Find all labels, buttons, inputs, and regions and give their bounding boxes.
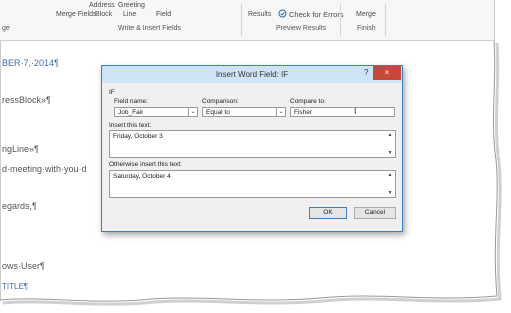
compare-to-label: Compare to: <box>290 98 326 105</box>
otherwise-text-label: Otherwise insert this text: <box>109 161 182 168</box>
insert-text-area[interactable]: Friday, October 3 <box>109 130 396 158</box>
compare-to-input[interactable]: Fisher <box>290 107 395 117</box>
insert-word-field-if-dialog: Insert Word Field: IF ? × IF Field name:… <box>101 65 403 232</box>
doc-address-block: ressBlock»¶ <box>2 95 51 105</box>
help-icon[interactable]: ? <box>364 68 368 77</box>
dialog-title: Insert Word Field: IF <box>215 70 289 79</box>
chevron-down-icon[interactable]: ⌄ <box>188 107 198 117</box>
group-preview-results: Preview Results <box>276 25 327 32</box>
ribbon-address-cut[interactable]: Address <box>89 2 115 9</box>
check-for-errors-button[interactable]: Check for Errors <box>289 10 344 19</box>
mailings-ribbon: Merge Fields Block Address Greeting Line… <box>0 0 494 41</box>
ok-button[interactable]: OK <box>309 207 347 219</box>
ribbon-line[interactable]: Line <box>123 11 136 18</box>
group-finish: Finish <box>357 25 376 32</box>
dialog-titlebar: Insert Word Field: IF ? × <box>102 66 402 83</box>
text-cursor-icon: I <box>354 106 357 116</box>
ribbon-merge-fields[interactable]: Merge Fields <box>56 11 96 18</box>
ribbon-merge[interactable]: Merge <box>356 11 376 18</box>
ribbon-divider <box>241 4 242 36</box>
scroll-down-icon[interactable]: ▼ <box>386 190 394 196</box>
ribbon-block[interactable]: Block <box>95 11 112 18</box>
ribbon-greeting-cut[interactable]: Greeting <box>118 2 145 9</box>
doc-date-line: BER·7,·2014¶ <box>2 58 59 68</box>
cancel-button[interactable]: Cancel <box>354 207 396 219</box>
scroll-up-icon[interactable]: ▲ <box>386 132 394 138</box>
close-button[interactable]: × <box>373 66 401 80</box>
comparison-dropdown[interactable]: Equal to <box>202 107 282 117</box>
field-name-dropdown[interactable]: Job_Fair <box>114 107 194 117</box>
ribbon-results[interactable]: Results <box>248 11 271 18</box>
ribbon-field[interactable]: Field <box>156 11 171 18</box>
scroll-up-icon[interactable]: ▲ <box>386 172 394 178</box>
group-write-insert-fields: Write & Insert Fields <box>118 25 181 32</box>
ribbon-divider <box>385 4 386 36</box>
doc-regards: egards,¶ <box>2 201 37 211</box>
ribbon-divider <box>340 4 341 36</box>
doc-body-line: d·meeting·with·you·d <box>2 164 87 174</box>
comparison-label: Comparison: <box>202 98 239 105</box>
check-errors-icon <box>278 9 287 20</box>
if-section-label: IF <box>109 89 115 96</box>
scroll-down-icon[interactable]: ▼ <box>386 150 394 156</box>
insert-text-label: Insert this text: <box>109 122 152 129</box>
otherwise-text-area[interactable]: Saturday, October 4 <box>109 170 396 198</box>
doc-user-name: ows·User¶ <box>2 261 45 271</box>
doc-title-field: TITLE¶ <box>2 282 29 291</box>
doc-greeting-line: ngLine»¶ <box>2 144 39 154</box>
field-name-label: Field name: <box>114 98 148 105</box>
chevron-down-icon[interactable]: ⌄ <box>276 107 286 117</box>
group-label-cut: ge <box>2 25 10 32</box>
